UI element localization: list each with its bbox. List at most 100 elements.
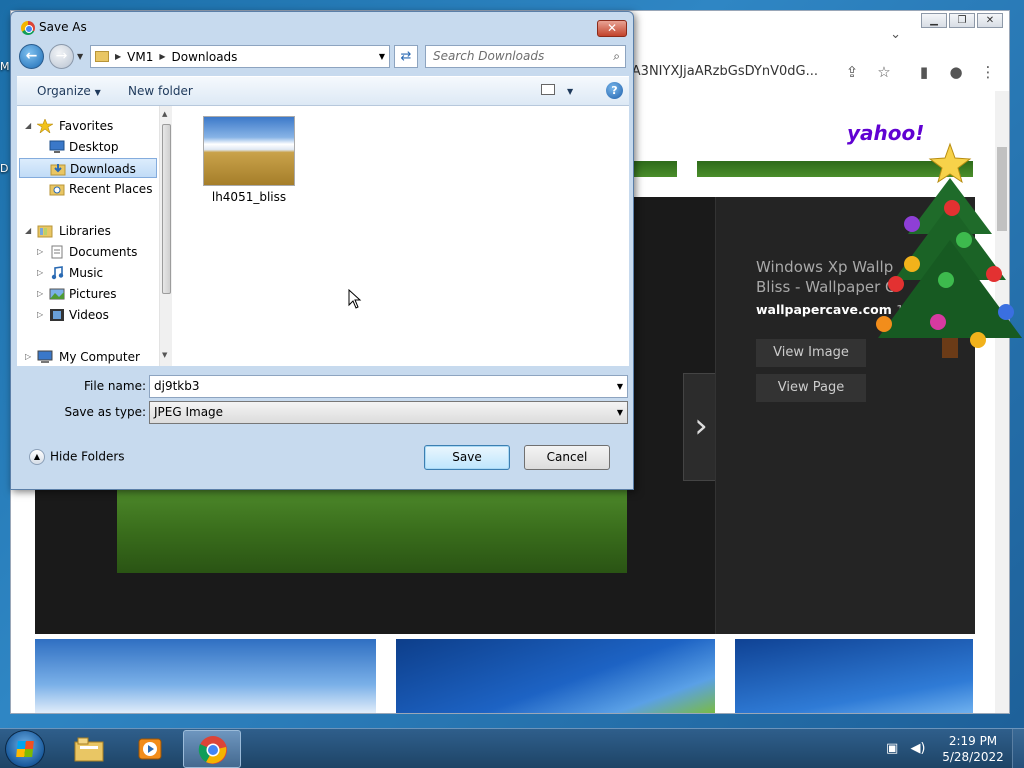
search-input[interactable]: Search Downloads ⌕: [425, 45, 626, 68]
volume-icon[interactable]: ◀): [910, 741, 925, 756]
start-button[interactable]: [5, 730, 45, 768]
expand-arrow-icon[interactable]: ▷: [37, 263, 43, 283]
bookmark-star-icon[interactable]: ☆: [873, 61, 895, 83]
nav-item-label: My Computer: [59, 350, 140, 364]
file-name-value: dj9tkb3: [154, 379, 200, 393]
nav-item-pictures[interactable]: ▷ Pictures: [17, 284, 157, 304]
restore-button[interactable]: ❐: [949, 13, 975, 28]
share-icon[interactable]: ⇪: [841, 61, 863, 83]
scroll-up-icon[interactable]: ▲: [162, 110, 167, 118]
profile-avatar-icon[interactable]: ●: [945, 61, 967, 83]
expand-arrow-icon[interactable]: ◢: [25, 116, 31, 136]
back-button[interactable]: ←: [19, 44, 44, 69]
menu-kebab-icon[interactable]: ⋮: [977, 61, 999, 83]
view-image-button[interactable]: View Image: [756, 339, 866, 367]
breadcrumb-item[interactable]: Downloads: [172, 50, 238, 64]
collapse-chevron-icon: ▲: [29, 449, 45, 465]
save-type-dropdown-icon[interactable]: ▼: [617, 402, 623, 423]
documents-icon: [51, 245, 63, 259]
folder-icon: [95, 51, 109, 62]
media-player-icon: [138, 738, 162, 760]
show-desktop-button[interactable]: [1012, 729, 1024, 768]
dialog-panes: ◢ Favorites Desktop Downloads Recent Pla…: [17, 106, 629, 366]
save-type-label: Save as type:: [64, 405, 146, 419]
file-item-name[interactable]: lh4051_bliss: [199, 190, 299, 204]
command-bar: Organize ▼ New folder ▼ ?: [17, 76, 629, 106]
file-name-label: File name:: [84, 379, 146, 393]
breadcrumb-separator-icon[interactable]: ▶: [159, 52, 165, 61]
change-view-icon[interactable]: [541, 84, 555, 95]
minimize-button[interactable]: ▁: [921, 13, 947, 28]
recent-locations-chevron-icon[interactable]: ▼: [77, 52, 83, 61]
organize-label: Organize: [37, 84, 91, 98]
save-type-select[interactable]: JPEG Image ▼: [149, 401, 628, 424]
expand-arrow-icon[interactable]: ▷: [37, 242, 43, 262]
mouse-cursor-icon: [348, 289, 362, 309]
system-tray: ▣ ◀): [886, 741, 926, 756]
save-button[interactable]: Save: [424, 445, 510, 470]
view-options-chevron-icon[interactable]: ▼: [567, 87, 573, 96]
expand-arrow-icon[interactable]: ▷: [37, 284, 43, 304]
taskbar-media-player[interactable]: [121, 730, 179, 768]
image-file-thumbnail[interactable]: [203, 116, 295, 186]
nav-item-documents[interactable]: ▷ Documents: [17, 242, 157, 262]
dialog-close-button[interactable]: ✕: [597, 20, 627, 37]
result-thumbnail[interactable]: [735, 639, 973, 713]
nav-item-recent-places[interactable]: Recent Places: [17, 179, 157, 199]
address-dropdown-icon[interactable]: ▼: [379, 52, 385, 61]
new-folder-button[interactable]: New folder: [128, 84, 193, 98]
refresh-button[interactable]: ⇄: [394, 45, 418, 68]
result-thumbnail[interactable]: [396, 639, 715, 713]
nav-item-downloads[interactable]: Downloads: [19, 158, 157, 178]
taskbar-chrome[interactable]: [183, 730, 241, 768]
nav-item-label: Music: [69, 266, 104, 280]
nav-item-favorites[interactable]: ◢ Favorites: [17, 116, 157, 136]
clock[interactable]: 2:19 PM 5/28/2022: [940, 733, 1006, 765]
cancel-button[interactable]: Cancel: [524, 445, 610, 470]
taskbar: ▣ ◀) 2:19 PM 5/28/2022: [0, 728, 1024, 768]
next-image-arrow[interactable]: ›: [683, 373, 719, 481]
navigation-scrollbar[interactable]: ▲ ▼: [159, 106, 172, 366]
expand-arrow-icon[interactable]: ▷: [25, 347, 31, 367]
nav-item-label: Desktop: [69, 140, 119, 154]
file-name-input[interactable]: dj9tkb3 ▼: [149, 375, 628, 398]
window-close-button[interactable]: ✕: [977, 13, 1003, 28]
nav-item-my-computer[interactable]: ▷ My Computer: [17, 347, 157, 367]
nav-item-music[interactable]: ▷ Music: [17, 263, 157, 283]
help-icon[interactable]: ?: [606, 82, 623, 99]
address-breadcrumb[interactable]: ▶ VM1 ▶ Downloads ▼: [90, 45, 390, 68]
nav-item-desktop[interactable]: Desktop: [17, 137, 157, 157]
result-thumbnail[interactable]: [35, 639, 376, 713]
address-bar[interactable]: 2VjA3NIYXJjaARzbGsDYnV0dG...: [611, 59, 839, 85]
hide-folders-label: Hide Folders: [50, 449, 125, 464]
nav-item-label: Recent Places: [69, 182, 153, 196]
nav-item-videos[interactable]: ▷ Videos: [17, 305, 157, 325]
pictures-icon: [49, 288, 65, 300]
nav-item-libraries[interactable]: ◢ Libraries: [17, 221, 157, 241]
scroll-down-icon[interactable]: ▼: [162, 351, 167, 359]
file-list[interactable]: lh4051_bliss: [173, 106, 629, 366]
expand-arrow-icon[interactable]: ▷: [37, 305, 43, 325]
libraries-icon: [37, 225, 53, 238]
chrome-icon: [21, 21, 35, 35]
organize-button[interactable]: Organize ▼: [37, 84, 101, 98]
save-type-value: JPEG Image: [154, 405, 224, 419]
side-panel-icon[interactable]: ▮: [913, 61, 935, 83]
file-name-dropdown-icon[interactable]: ▼: [617, 376, 623, 397]
navigation-scrollbar-thumb[interactable]: [162, 124, 171, 294]
forward-button[interactable]: →: [49, 44, 74, 69]
organize-chevron-icon: ▼: [94, 88, 101, 97]
tab-search-chevron-icon[interactable]: ⌄: [890, 27, 901, 42]
hide-folders-button[interactable]: ▲ Hide Folders: [29, 449, 125, 465]
star-icon: [37, 119, 53, 133]
downloads-folder-icon: [50, 164, 66, 176]
search-icon[interactable]: ⌕: [613, 46, 620, 67]
breadcrumb-item[interactable]: VM1: [127, 50, 153, 64]
expand-arrow-icon[interactable]: ◢: [25, 221, 31, 241]
network-icon[interactable]: ▣: [886, 741, 898, 756]
taskbar-file-explorer[interactable]: [60, 730, 118, 768]
view-page-button[interactable]: View Page: [756, 374, 866, 402]
breadcrumb-separator-icon[interactable]: ▶: [115, 52, 121, 61]
computer-icon: [37, 350, 53, 363]
preview-image[interactable]: [117, 487, 627, 573]
